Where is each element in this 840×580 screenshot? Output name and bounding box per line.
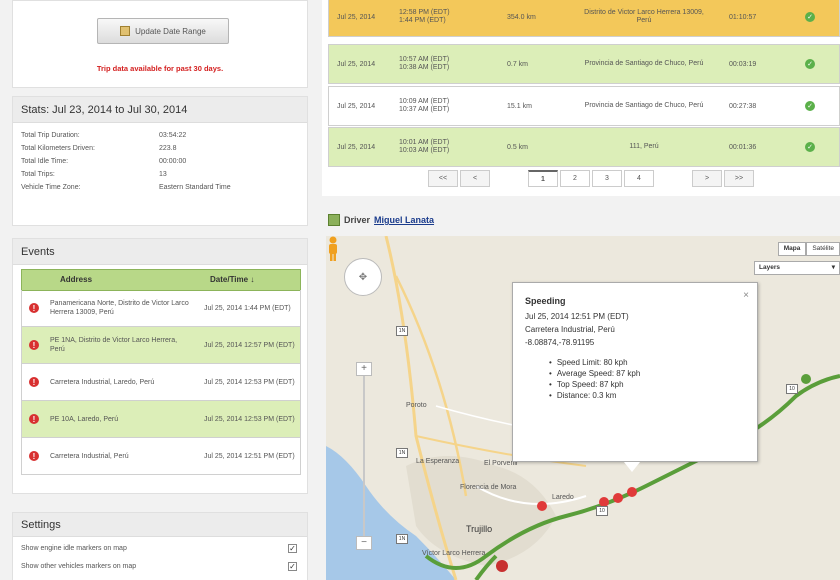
stat-row-idle: Total Idle Time: 00:00:00 — [21, 158, 187, 165]
map-label: Trujillo — [466, 524, 493, 534]
top-speed: Top Speed: 87 kph — [549, 379, 745, 390]
close-icon[interactable]: × — [743, 289, 749, 302]
table-row[interactable]: ! Carretera Industrial, Perú Jul 25, 201… — [21, 438, 301, 475]
left-column: Update Date Range Trip data available fo… — [0, 0, 318, 580]
speed-limit: Speed Limit: 80 kph — [549, 357, 745, 368]
warning-icon: ! — [29, 377, 39, 387]
stat-row-duration: Total Trip Duration: 03:54:22 — [21, 132, 187, 139]
popup-pointer — [624, 462, 640, 472]
map-label: Laredo — [552, 494, 574, 501]
highway-shield-icon: 1N — [396, 326, 408, 336]
event-info-popup: × Speeding Jul 25, 2014 12:51 PM (EDT) C… — [512, 282, 758, 462]
warning-icon: ! — [29, 340, 39, 350]
trip-data-note: Trip data available for past 30 days. — [96, 64, 224, 73]
stat-row-trips: Total Trips: 13 — [21, 171, 167, 178]
map-type-map-button[interactable]: Mapa — [777, 242, 807, 256]
driver-icon — [328, 214, 340, 226]
col-address[interactable]: Address — [22, 270, 194, 290]
other-vehicles-checkbox[interactable]: ✓ — [288, 561, 297, 571]
pager-page-4[interactable]: 4 — [624, 170, 654, 187]
pager-prev[interactable]: < — [460, 170, 490, 187]
col-datetime[interactable]: Date/Time ↓ — [194, 270, 300, 290]
map-label: Poroto — [406, 402, 427, 409]
highway-shield-icon: 10 — [786, 384, 798, 394]
events-panel: Events Address Date/Time ↓ ! Panamerican… — [12, 238, 308, 494]
pager-page-1[interactable]: 1 — [528, 170, 558, 187]
events-title: Events — [13, 239, 307, 265]
stat-row-km: Total Kilometers Driven: 223.8 — [21, 145, 177, 152]
highway-shield-icon: 1N — [396, 448, 408, 458]
pegman-icon[interactable] — [326, 236, 340, 262]
pager-last[interactable]: >> — [724, 170, 754, 187]
vehicle-marker — [496, 560, 508, 572]
table-row[interactable]: Jul 25, 2014 10:01 AM (EDT) 10:03 AM (EDT… — [328, 127, 840, 167]
popup-address: Carretera Industrial, Perú — [525, 325, 615, 334]
map-label: Florencia de Mora — [460, 484, 517, 491]
trips-table: Jul 25, 2014 12:58 PM (EDT) 1:44 PM (EDT)… — [322, 0, 840, 196]
table-row[interactable]: ! PE 1NA, Distrito de Victor Larco Herre… — [21, 327, 301, 364]
update-date-range-button[interactable]: Update Date Range — [97, 18, 229, 44]
pager-page-2[interactable]: 2 — [560, 170, 590, 187]
pager-next[interactable]: > — [692, 170, 722, 187]
table-row[interactable]: ! PE 10A, Laredo, Perú Jul 25, 2014 12:5… — [21, 401, 301, 438]
check-icon: ✓ — [805, 12, 815, 22]
warning-icon: ! — [29, 303, 39, 313]
distance: Distance: 0.3 km — [549, 390, 745, 401]
popup-coords: -8.08874,-78.91195 — [525, 338, 595, 347]
settings-panel: Settings Show engine idle markers on map… — [12, 512, 308, 580]
table-row[interactable]: Jul 25, 2014 12:58 PM (EDT) 1:44 PM (EDT)… — [328, 0, 840, 37]
map-type-satellite-button[interactable]: Satélite — [806, 242, 840, 256]
pager-first[interactable]: << — [428, 170, 458, 187]
settings-title: Settings — [13, 513, 307, 537]
event-marker — [537, 501, 547, 511]
popup-details: Speed Limit: 80 kph Average Speed: 87 kp… — [525, 357, 745, 401]
highway-shield-icon: 10 — [596, 506, 608, 516]
driver-bar: Driver Miguel Lanata — [322, 207, 840, 233]
popup-datetime: Jul 25, 2014 12:51 PM (EDT) — [525, 312, 629, 321]
chevron-down-icon: ▾ — [831, 264, 835, 271]
pan-control[interactable]: ✥ — [344, 258, 382, 296]
map-label: La Esperanza — [416, 458, 460, 465]
update-date-range-label: Update Date Range — [135, 26, 206, 36]
zoom-in-button[interactable]: + — [356, 362, 372, 376]
table-row[interactable]: ! Panamericana Norte, Distrito de Victor… — [21, 290, 301, 327]
warning-icon: ! — [29, 414, 39, 424]
trip-map[interactable]: 1N 1N 10 10 1N Poroto La Esperanza El Po… — [326, 236, 840, 580]
zoom-out-button[interactable]: − — [356, 536, 372, 550]
check-icon: ✓ — [805, 142, 815, 152]
layers-dropdown[interactable]: Layers ▾ — [754, 261, 840, 275]
pan-arrows-icon: ✥ — [358, 271, 368, 283]
date-range-panel: Update Date Range Trip data available fo… — [12, 0, 308, 88]
table-row[interactable]: ! Carretera Industrial, Laredo, Perú Jul… — [21, 364, 301, 401]
event-marker — [613, 493, 623, 503]
events-table-header: Address Date/Time ↓ — [21, 269, 301, 291]
driver-label: Driver — [344, 215, 371, 225]
map-label: Víctor Larco Herrera — [422, 550, 486, 557]
calendar-icon — [120, 26, 131, 36]
pager-page-3[interactable]: 3 — [592, 170, 622, 187]
popup-title: Speeding — [525, 296, 566, 306]
setting-idle-markers: Show engine idle markers on map ✓ — [21, 543, 297, 553]
idle-markers-checkbox[interactable]: ✓ — [288, 543, 297, 553]
warning-icon: ! — [29, 451, 39, 461]
stats-title: Stats: Jul 23, 2014 to Jul 30, 2014 — [13, 97, 307, 123]
average-speed: Average Speed: 87 kph — [549, 368, 745, 379]
stat-row-timezone: Vehicle Time Zone: Eastern Standard Time — [21, 184, 231, 191]
driver-name-link[interactable]: Miguel Lanata — [374, 215, 434, 225]
check-icon: ✓ — [805, 101, 815, 111]
table-row[interactable]: Jul 25, 2014 10:09 AM (EDT) 10:37 AM (EDT… — [328, 86, 840, 126]
map-type-control: Mapa Satélite — [777, 242, 840, 256]
highway-shield-icon: 1N — [396, 534, 408, 544]
pagination: << < 1 2 3 4 > >> — [428, 170, 756, 187]
zoom-slider[interactable] — [363, 376, 365, 536]
table-row[interactable]: Jul 25, 2014 10:57 AM (EDT) 10:38 AM (EDT… — [328, 44, 840, 84]
stats-panel: Stats: Jul 23, 2014 to Jul 30, 2014 Tota… — [12, 96, 308, 226]
event-marker — [627, 487, 637, 497]
end-marker — [801, 374, 811, 384]
setting-other-vehicles: Show other vehicles markers on map ✓ — [21, 561, 297, 571]
check-icon: ✓ — [805, 59, 815, 69]
